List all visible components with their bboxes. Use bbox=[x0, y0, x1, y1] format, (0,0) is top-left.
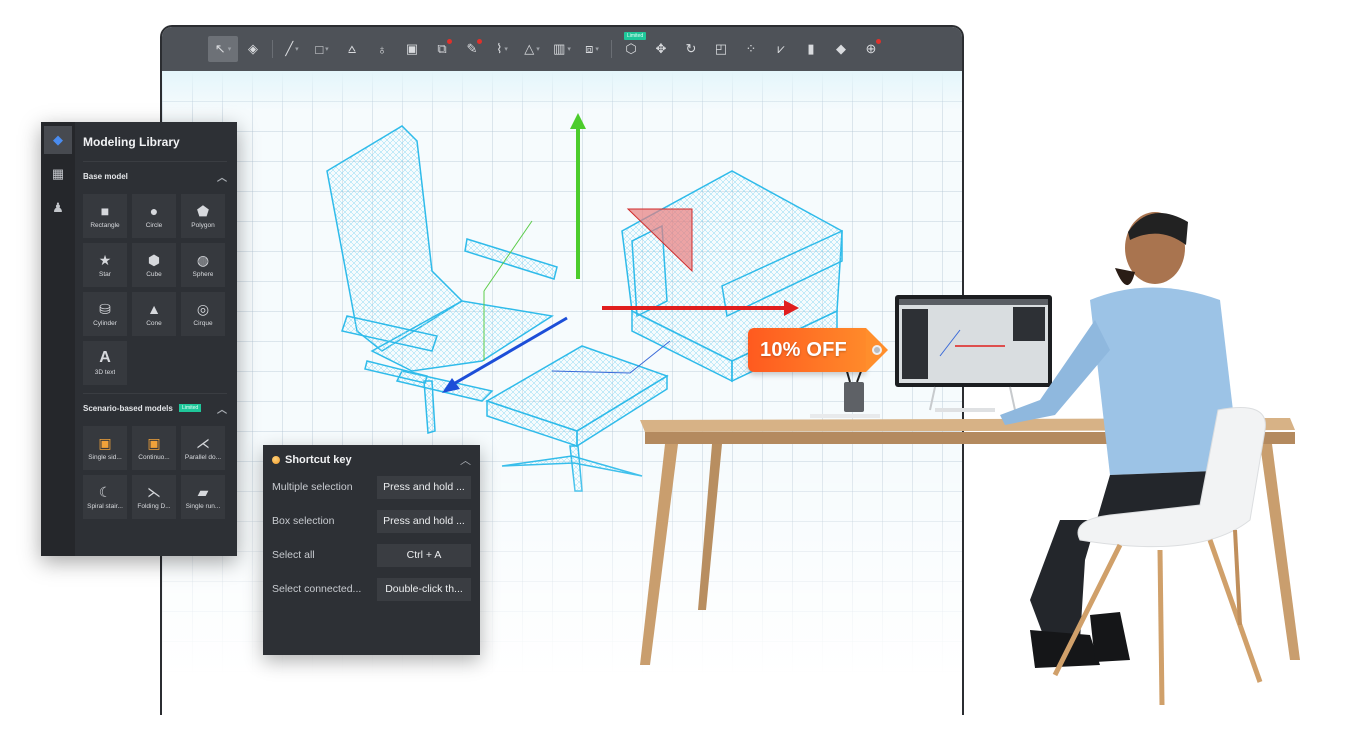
modeling-library-panel: ◆ ▦ ♟ Modeling Library Base model ︿ ■ Recta… bbox=[41, 122, 237, 556]
model-item-rectangle[interactable]: ■ Rectangle bbox=[83, 194, 127, 238]
model-label: Star bbox=[99, 271, 111, 278]
shortcut-action: Select connected... bbox=[272, 583, 362, 595]
modeling-library-icon: ◆ bbox=[53, 132, 63, 147]
base-model-section-header[interactable]: Base model ︿ bbox=[83, 164, 227, 188]
shortcut-row: Multiple selection Press and hold ... bbox=[272, 475, 471, 499]
model-thumbnail-icon: A bbox=[99, 349, 111, 366]
model-label: Sphere bbox=[192, 271, 214, 278]
library-rail: ◆ ▦ ♟ bbox=[41, 122, 75, 556]
shortcut-key-value[interactable]: Press and hold ... bbox=[377, 475, 471, 499]
model-thumbnail-icon: ▣ bbox=[147, 435, 161, 451]
materials-icon: ▦ bbox=[51, 166, 65, 181]
model-thumbnail-icon: ⋌ bbox=[196, 435, 210, 451]
model-item-3d-text[interactable]: A 3D text bbox=[83, 341, 127, 385]
pen-holder-image bbox=[810, 365, 880, 418]
shortcut-key-value[interactable]: Double-click th... bbox=[377, 577, 471, 601]
people-icon: ♟ bbox=[52, 200, 64, 215]
base-model-grid: ■ Rectangle ● Circle ⬟ Polygon ★ Star ⬢ Cube ◍ Sphe… bbox=[83, 194, 227, 385]
model-label: Cube bbox=[146, 271, 162, 278]
limited-badge: Limited bbox=[179, 404, 202, 413]
shortcut-title: Shortcut key bbox=[285, 454, 352, 466]
people-tab[interactable]: ♟ bbox=[44, 194, 72, 222]
model-item-sphere[interactable]: ◍ Sphere bbox=[181, 243, 225, 287]
shortcut-key-panel: Shortcut key ︿ Multiple selection Press a… bbox=[263, 445, 480, 655]
collapse-chevron-icon[interactable]: ︿ bbox=[460, 452, 471, 468]
model-thumbnail-icon: ◎ bbox=[196, 301, 210, 317]
scenario-title: Scenario-based models bbox=[83, 403, 173, 413]
discount-text: 10% OFF bbox=[760, 339, 847, 361]
model-label: Cirque bbox=[193, 320, 213, 327]
shortcut-list: Multiple selection Press and hold ... Box … bbox=[272, 475, 471, 601]
model-item-circle[interactable]: ● Circle bbox=[132, 194, 176, 238]
model-item-cirque[interactable]: ◎ Cirque bbox=[181, 292, 225, 336]
model-label: 3D text bbox=[94, 369, 116, 376]
model-label: Continuo... bbox=[138, 454, 170, 461]
model-label: Rectangle bbox=[90, 222, 120, 229]
modeling-library-tab[interactable]: ◆ bbox=[44, 126, 72, 154]
model-item-folding-d[interactable]: ⋋ Folding D... bbox=[132, 475, 176, 519]
shortcut-row: Select connected... Double-click th... bbox=[272, 577, 471, 601]
model-label: Cylinder bbox=[93, 320, 117, 327]
model-thumbnail-icon: ⛁ bbox=[99, 301, 111, 317]
tag-hole-icon bbox=[872, 345, 882, 355]
scenario-section-header[interactable]: Scenario-based models Limited ︿ bbox=[83, 396, 227, 420]
model-label: Parallel do... bbox=[184, 454, 222, 461]
model-thumbnail-icon: ▲ bbox=[147, 301, 161, 317]
model-item-spiral-stair[interactable]: ☾ Spiral stair... bbox=[83, 475, 127, 519]
model-item-star[interactable]: ★ Star bbox=[83, 243, 127, 287]
model-item-cylinder[interactable]: ⛁ Cylinder bbox=[83, 292, 127, 336]
collapse-chevron-icon[interactable]: ︿ bbox=[217, 169, 227, 184]
model-thumbnail-icon: ▣ bbox=[98, 435, 112, 451]
model-label: Single sid... bbox=[88, 454, 122, 461]
model-thumbnail-icon: ⬢ bbox=[147, 252, 161, 268]
model-item-continuo[interactable]: ▣ Continuo... bbox=[132, 426, 176, 470]
promo-stage: ↖ ▾ ◈ ╱ ▾ □ ▾ ⩟ ♁ ▣ ⧉ ✎ ⌇ ▾ △ ▾ ▥ ▾ ⧈ ▾ ⬡ Limited ✥ ↻ ◰ ⁘ ⩗ ▮ ◆ ⊕ bbox=[0, 0, 1366, 736]
model-label: Folding D... bbox=[137, 503, 171, 510]
materials-tab[interactable]: ▦ bbox=[44, 160, 72, 188]
model-thumbnail-icon: ★ bbox=[98, 252, 112, 268]
shortcut-key-value[interactable]: Press and hold ... bbox=[377, 509, 471, 533]
model-thumbnail-icon: ⬟ bbox=[196, 203, 210, 219]
model-item-cone[interactable]: ▲ Cone bbox=[132, 292, 176, 336]
scenario-model-grid: ▣ Single sid... ▣ Continuo... ⋌ Parallel do..… bbox=[83, 426, 227, 519]
shortcut-action: Multiple selection bbox=[272, 481, 353, 493]
collapse-chevron-icon[interactable]: ︿ bbox=[217, 401, 227, 416]
shortcut-key-value[interactable]: Ctrl + A bbox=[377, 543, 471, 567]
model-item-single-sid[interactable]: ▣ Single sid... bbox=[83, 426, 127, 470]
shortcut-row: Box selection Press and hold ... bbox=[272, 509, 471, 533]
model-thumbnail-icon: ● bbox=[149, 203, 159, 219]
monitor-image bbox=[895, 295, 1052, 412]
model-item-single-run[interactable]: ▰ Single run... bbox=[181, 475, 225, 519]
model-thumbnail-icon: ☾ bbox=[98, 484, 112, 500]
shortcut-action: Select all bbox=[272, 549, 315, 561]
model-label: Circle bbox=[145, 222, 163, 229]
discount-tag[interactable]: 10% OFF bbox=[748, 328, 890, 372]
model-thumbnail-icon: ◍ bbox=[196, 252, 210, 268]
model-item-parallel-do[interactable]: ⋌ Parallel do... bbox=[181, 426, 225, 470]
lightbulb-icon bbox=[272, 456, 280, 464]
model-item-cube[interactable]: ⬢ Cube bbox=[132, 243, 176, 287]
model-thumbnail-icon: ▰ bbox=[197, 484, 209, 500]
shortcut-header[interactable]: Shortcut key ︿ bbox=[272, 451, 471, 469]
model-label: Cone bbox=[146, 320, 162, 327]
model-thumbnail-icon: ■ bbox=[100, 203, 110, 219]
section-divider bbox=[83, 393, 227, 394]
library-title: Modeling Library bbox=[83, 122, 227, 162]
shortcut-row: Select all Ctrl + A bbox=[272, 543, 471, 567]
shortcut-action: Box selection bbox=[272, 515, 335, 527]
base-model-title: Base model bbox=[83, 171, 128, 181]
model-thumbnail-icon: ⋋ bbox=[147, 484, 161, 500]
model-label: Single run... bbox=[185, 503, 221, 510]
model-label: Polygon bbox=[191, 222, 215, 229]
model-item-polygon[interactable]: ⬟ Polygon bbox=[181, 194, 225, 238]
model-label: Spiral stair... bbox=[87, 503, 123, 510]
